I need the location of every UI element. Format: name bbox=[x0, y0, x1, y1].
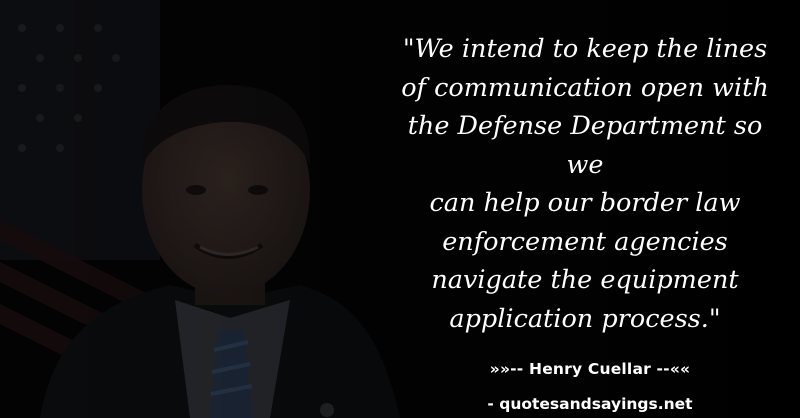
quote-card: "We intend to keep the lines of communic… bbox=[0, 0, 800, 418]
quote-author: »»-- Henry Cuellar --«« bbox=[489, 360, 691, 378]
source-site: - quotesandsayings.net bbox=[487, 395, 693, 413]
quote-line: navigate the equipment bbox=[431, 265, 739, 295]
quote-line: application process." bbox=[449, 303, 721, 334]
quote-line: enforcement agencies bbox=[442, 226, 728, 257]
quote-line: can help our border law bbox=[429, 188, 741, 218]
quote-text: "We intend to keep the lines of communic… bbox=[390, 30, 780, 338]
quote-line: the Defense Department so we bbox=[407, 111, 763, 180]
quote-line: "We intend to keep the lines bbox=[402, 34, 768, 64]
quote-line: of communication open with bbox=[401, 72, 769, 103]
